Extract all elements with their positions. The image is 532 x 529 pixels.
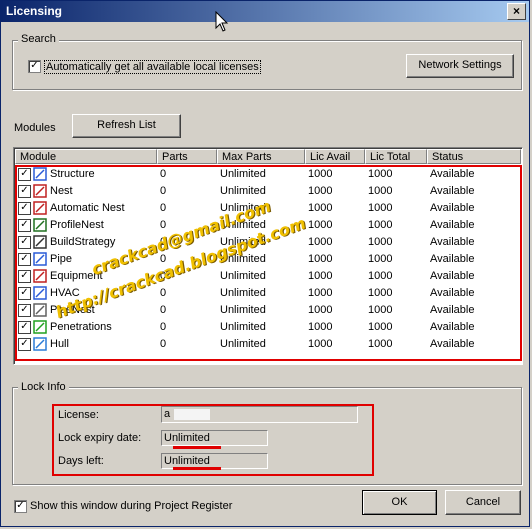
title-bar[interactable]: Licensing × [1,1,529,22]
refresh-list-button[interactable]: Refresh List [72,114,181,138]
modules-label: Modules [14,122,56,134]
window-title: Licensing [6,4,63,18]
search-legend: Search [18,33,59,45]
column-header-parts[interactable]: Parts [157,149,217,164]
licensing-window: Licensing × Search ✓ Automatically get a… [0,0,530,527]
lock-info-legend: Lock Info [18,381,69,393]
mouse-cursor-icon [215,11,229,32]
column-header-module[interactable]: Module [15,149,157,164]
network-settings-button[interactable]: Network Settings [406,54,514,78]
cancel-button[interactable]: Cancel [445,490,521,515]
column-header-status[interactable]: Status [427,149,521,164]
show-window-label[interactable]: Show this window during Project Register [30,500,232,512]
show-window-checkbox[interactable]: ✓ [14,500,27,513]
lock-info-highlight-box [52,404,374,476]
auto-licenses-checkbox[interactable]: ✓ [28,60,41,73]
auto-licenses-label[interactable]: Automatically get all available local li… [44,60,261,74]
column-header-lic-total[interactable]: Lic Total [365,149,427,164]
column-header-max-parts[interactable]: Max Parts [217,149,305,164]
close-button[interactable]: × [507,3,526,20]
ok-button[interactable]: OK [362,490,437,515]
column-header-lic-avail[interactable]: Lic Avail [305,149,365,164]
